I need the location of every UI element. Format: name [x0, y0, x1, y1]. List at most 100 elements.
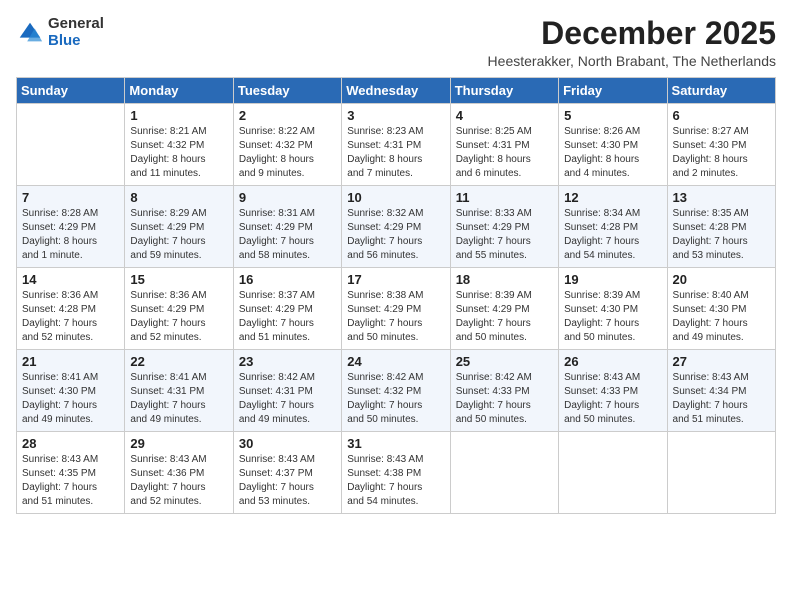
- day-info: Sunrise: 8:39 AM Sunset: 4:29 PM Dayligh…: [456, 289, 553, 345]
- header: General Blue December 2025 Heesterakker,…: [16, 16, 776, 69]
- day-info: Sunrise: 8:25 AM Sunset: 4:31 PM Dayligh…: [456, 125, 553, 181]
- day-info: Sunrise: 8:42 AM Sunset: 4:33 PM Dayligh…: [456, 371, 553, 427]
- day-number: 5: [564, 108, 661, 123]
- calendar-week-row: 28Sunrise: 8:43 AM Sunset: 4:35 PM Dayli…: [17, 432, 776, 514]
- day-header-monday: Monday: [125, 78, 233, 104]
- calendar-cell: 14 Sunrise: 8:36 AM Sunset: 4:28 PM Dayli…: [17, 268, 125, 350]
- day-number: 18: [456, 272, 553, 287]
- logo-icon: [16, 19, 44, 47]
- calendar-cell: 25Sunrise: 8:42 AM Sunset: 4:33 PM Dayli…: [450, 350, 558, 432]
- day-info: Sunrise: 8:39 AM Sunset: 4:30 PM Dayligh…: [564, 289, 661, 345]
- calendar-cell: 1Sunrise: 8:21 AM Sunset: 4:32 PM Daylig…: [125, 104, 233, 186]
- calendar-cell: 16Sunrise: 8:37 AM Sunset: 4:29 PM Dayli…: [233, 268, 341, 350]
- calendar-cell: 4 Sunrise: 8:25 AM Sunset: 4:31 PM Daylig…: [450, 104, 558, 186]
- day-number: 3: [347, 108, 444, 123]
- day-number: 8: [130, 190, 227, 205]
- calendar-cell: 9 Sunrise: 8:31 AM Sunset: 4:29 PM Daylig…: [233, 186, 341, 268]
- day-info: Sunrise: 8:34 AM Sunset: 4:28 PM Dayligh…: [564, 207, 661, 263]
- day-info: Sunrise: 8:35 AM Sunset: 4:28 PM Dayligh…: [673, 207, 770, 263]
- day-info: Sunrise: 8:21 AM Sunset: 4:32 PM Dayligh…: [130, 125, 227, 181]
- calendar-cell: 8 Sunrise: 8:29 AM Sunset: 4:29 PM Daylig…: [125, 186, 233, 268]
- day-info: Sunrise: 8:22 AM Sunset: 4:32 PM Dayligh…: [239, 125, 336, 181]
- day-number: 29: [130, 436, 227, 451]
- day-number: 20: [673, 272, 770, 287]
- day-info: Sunrise: 8:38 AM Sunset: 4:29 PM Dayligh…: [347, 289, 444, 345]
- calendar-cell: 6Sunrise: 8:27 AM Sunset: 4:30 PM Daylig…: [667, 104, 775, 186]
- calendar-cell: [450, 432, 558, 514]
- calendar-cell: 18 Sunrise: 8:39 AM Sunset: 4:29 PM Dayli…: [450, 268, 558, 350]
- calendar-cell: 12 Sunrise: 8:34 AM Sunset: 4:28 PM Dayli…: [559, 186, 667, 268]
- calendar-cell: 11Sunrise: 8:33 AM Sunset: 4:29 PM Dayli…: [450, 186, 558, 268]
- day-number: 4: [456, 108, 553, 123]
- day-header-tuesday: Tuesday: [233, 78, 341, 104]
- day-number: 21: [22, 354, 119, 369]
- day-number: 22: [130, 354, 227, 369]
- calendar-cell: 5Sunrise: 8:26 AM Sunset: 4:30 PM Daylig…: [559, 104, 667, 186]
- calendar-cell: 21Sunrise: 8:41 AM Sunset: 4:30 PM Dayli…: [17, 350, 125, 432]
- calendar-header-row: SundayMondayTuesdayWednesdayThursdayFrid…: [17, 78, 776, 104]
- day-info: Sunrise: 8:40 AM Sunset: 4:30 PM Dayligh…: [673, 289, 770, 345]
- calendar-cell: 30 Sunrise: 8:43 AM Sunset: 4:37 PM Dayli…: [233, 432, 341, 514]
- day-info: Sunrise: 8:33 AM Sunset: 4:29 PM Dayligh…: [456, 207, 553, 263]
- calendar-cell: 2 Sunrise: 8:22 AM Sunset: 4:32 PM Daylig…: [233, 104, 341, 186]
- calendar-week-row: 1Sunrise: 8:21 AM Sunset: 4:32 PM Daylig…: [17, 104, 776, 186]
- logo-general-label: General: [48, 16, 104, 33]
- day-info: Sunrise: 8:42 AM Sunset: 4:31 PM Dayligh…: [239, 371, 336, 427]
- day-number: 26: [564, 354, 661, 369]
- calendar-cell: [559, 432, 667, 514]
- calendar-cell: 24 Sunrise: 8:42 AM Sunset: 4:32 PM Dayli…: [342, 350, 450, 432]
- calendar-cell: 27 Sunrise: 8:43 AM Sunset: 4:34 PM Dayli…: [667, 350, 775, 432]
- day-number: 31: [347, 436, 444, 451]
- day-info: Sunrise: 8:43 AM Sunset: 4:37 PM Dayligh…: [239, 453, 336, 509]
- day-info: Sunrise: 8:42 AM Sunset: 4:32 PM Dayligh…: [347, 371, 444, 427]
- day-info: Sunrise: 8:31 AM Sunset: 4:29 PM Dayligh…: [239, 207, 336, 263]
- day-info: Sunrise: 8:23 AM Sunset: 4:31 PM Dayligh…: [347, 125, 444, 181]
- day-info: Sunrise: 8:43 AM Sunset: 4:36 PM Dayligh…: [130, 453, 227, 509]
- calendar-cell: [667, 432, 775, 514]
- day-number: 19: [564, 272, 661, 287]
- day-number: 30: [239, 436, 336, 451]
- day-number: 12: [564, 190, 661, 205]
- day-header-wednesday: Wednesday: [342, 78, 450, 104]
- day-number: 9: [239, 190, 336, 205]
- calendar-cell: 22Sunrise: 8:41 AM Sunset: 4:31 PM Dayli…: [125, 350, 233, 432]
- day-info: Sunrise: 8:29 AM Sunset: 4:29 PM Dayligh…: [130, 207, 227, 263]
- day-number: 24: [347, 354, 444, 369]
- day-number: 14: [22, 272, 119, 287]
- day-info: Sunrise: 8:43 AM Sunset: 4:34 PM Dayligh…: [673, 371, 770, 427]
- day-info: Sunrise: 8:28 AM Sunset: 4:29 PM Dayligh…: [22, 207, 119, 263]
- month-title: December 2025: [488, 16, 776, 51]
- day-number: 17: [347, 272, 444, 287]
- day-info: Sunrise: 8:27 AM Sunset: 4:30 PM Dayligh…: [673, 125, 770, 181]
- day-number: 2: [239, 108, 336, 123]
- day-info: Sunrise: 8:32 AM Sunset: 4:29 PM Dayligh…: [347, 207, 444, 263]
- day-header-sunday: Sunday: [17, 78, 125, 104]
- day-number: 23: [239, 354, 336, 369]
- day-info: Sunrise: 8:37 AM Sunset: 4:29 PM Dayligh…: [239, 289, 336, 345]
- day-number: 7: [22, 190, 119, 205]
- logo-blue-label: Blue: [48, 33, 104, 50]
- day-info: Sunrise: 8:43 AM Sunset: 4:33 PM Dayligh…: [564, 371, 661, 427]
- location-subtitle: Heesterakker, North Brabant, The Netherl…: [488, 53, 776, 69]
- calendar-week-row: 21Sunrise: 8:41 AM Sunset: 4:30 PM Dayli…: [17, 350, 776, 432]
- calendar-cell: 10 Sunrise: 8:32 AM Sunset: 4:29 PM Dayli…: [342, 186, 450, 268]
- day-number: 13: [673, 190, 770, 205]
- day-number: 10: [347, 190, 444, 205]
- day-header-friday: Friday: [559, 78, 667, 104]
- calendar-week-row: 7 Sunrise: 8:28 AM Sunset: 4:29 PM Daylig…: [17, 186, 776, 268]
- calendar-cell: 7 Sunrise: 8:28 AM Sunset: 4:29 PM Daylig…: [17, 186, 125, 268]
- calendar-cell: 26 Sunrise: 8:43 AM Sunset: 4:33 PM Dayli…: [559, 350, 667, 432]
- calendar-cell: 13 Sunrise: 8:35 AM Sunset: 4:28 PM Dayli…: [667, 186, 775, 268]
- day-number: 28: [22, 436, 119, 451]
- calendar-cell: 3 Sunrise: 8:23 AM Sunset: 4:31 PM Daylig…: [342, 104, 450, 186]
- calendar-week-row: 14 Sunrise: 8:36 AM Sunset: 4:28 PM Dayli…: [17, 268, 776, 350]
- calendar-cell: 28Sunrise: 8:43 AM Sunset: 4:35 PM Dayli…: [17, 432, 125, 514]
- day-number: 15: [130, 272, 227, 287]
- day-info: Sunrise: 8:36 AM Sunset: 4:28 PM Dayligh…: [22, 289, 119, 345]
- day-number: 27: [673, 354, 770, 369]
- calendar-cell: 19 Sunrise: 8:39 AM Sunset: 4:30 PM Dayli…: [559, 268, 667, 350]
- day-info: Sunrise: 8:43 AM Sunset: 4:38 PM Dayligh…: [347, 453, 444, 509]
- calendar-cell: 31 Sunrise: 8:43 AM Sunset: 4:38 PM Dayli…: [342, 432, 450, 514]
- calendar-cell: [17, 104, 125, 186]
- calendar-cell: 20 Sunrise: 8:40 AM Sunset: 4:30 PM Dayli…: [667, 268, 775, 350]
